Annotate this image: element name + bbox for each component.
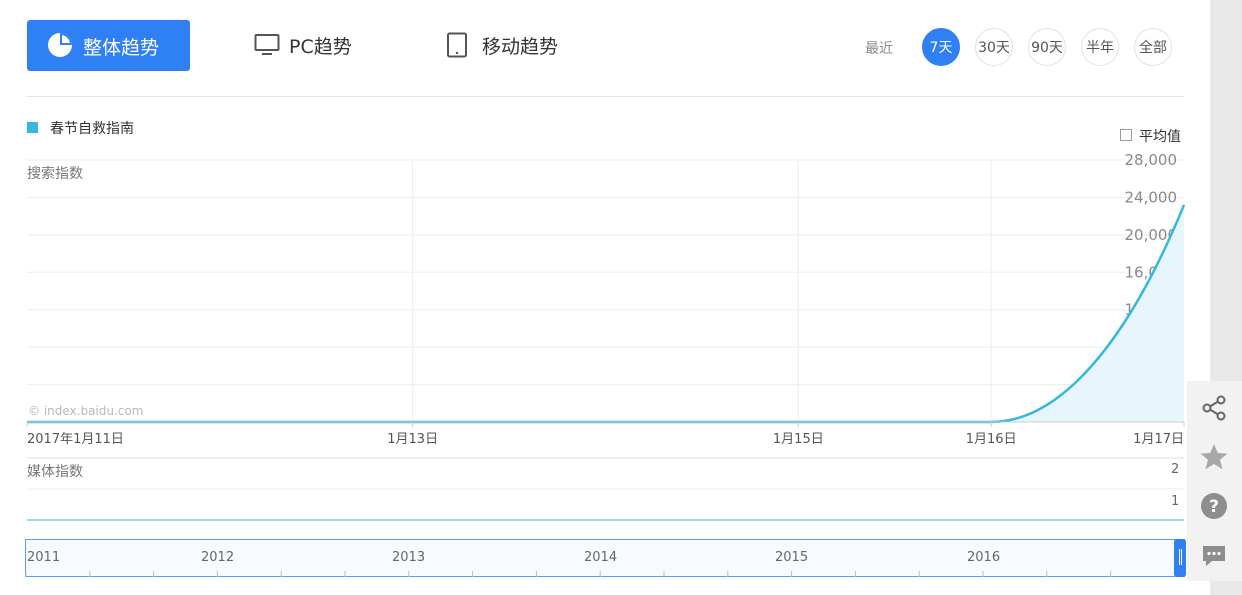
favorite-button[interactable] [1196,439,1232,475]
star-icon [1200,444,1228,470]
chat-icon [1203,546,1225,566]
question-icon: ? [1201,493,1227,519]
help-button[interactable]: ? [1196,488,1232,524]
share-button[interactable] [1196,390,1232,426]
navigator-range-handle[interactable] [1174,539,1186,577]
navigator-ticks [25,571,1112,577]
svg-text:?: ? [1209,497,1219,517]
feedback-button[interactable] [1196,538,1232,574]
share-icon [1202,395,1226,421]
